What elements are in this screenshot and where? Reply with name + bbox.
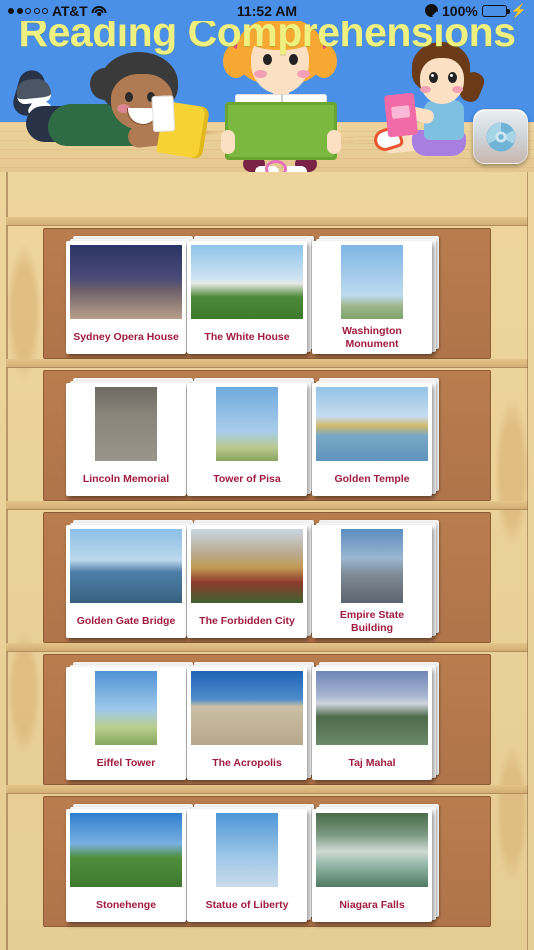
statue-of-liberty-image xyxy=(216,813,278,887)
book-card[interactable]: Tower of Pisa xyxy=(187,378,314,496)
book-card[interactable]: Eiffel Tower xyxy=(66,662,193,780)
card-title-label: Tower of Pisa xyxy=(213,473,281,486)
shelf-row-1: Sydney Opera House The White House Washing… xyxy=(43,228,491,359)
card-thumbnail xyxy=(316,813,428,887)
shelf-row-2: Lincoln Memorial Tower of Pisa Golden Temp… xyxy=(43,370,491,501)
card-title-label: Niagara Falls xyxy=(339,899,405,912)
card-title-label: The White House xyxy=(204,331,290,344)
shelf-ledge xyxy=(6,217,528,226)
illustration-boy-reading xyxy=(8,48,218,160)
book-card[interactable]: The Acropolis xyxy=(187,662,314,780)
battery-percent-label: 100% xyxy=(442,2,478,19)
lightning-bolt-icon: ⚡ xyxy=(510,3,527,18)
card-title-label: Golden Temple xyxy=(334,473,410,486)
card-inner: Niagara Falls xyxy=(312,809,432,922)
the-white-house-image xyxy=(191,245,303,319)
card-title-label: Stonehenge xyxy=(95,899,157,912)
book-card[interactable]: Niagara Falls xyxy=(312,804,439,922)
status-bar: AT&T 11:52 AM 100% ⚡ xyxy=(0,0,534,21)
card-inner: Golden Temple xyxy=(312,383,432,496)
shelf-ledge xyxy=(6,501,528,510)
shelf-ledge xyxy=(6,359,528,368)
card-title-label: The Forbidden City xyxy=(199,615,295,628)
card-thumbnail xyxy=(70,529,182,603)
card-inner: Sydney Opera House xyxy=(66,241,186,354)
card-thumbnail xyxy=(191,671,303,745)
golden-gate-bridge-image xyxy=(70,529,182,603)
card-inner: Washington Monument xyxy=(312,241,432,354)
book-card[interactable]: The White House xyxy=(187,236,314,354)
app-header: Reading Comprehensions xyxy=(0,0,534,172)
shelf-row-4: Eiffel Tower The Acropolis Taj Mahal xyxy=(43,654,491,785)
tower-of-pisa-image xyxy=(216,387,278,461)
card-title-label: Sydney Opera House xyxy=(73,331,179,344)
card-thumbnail xyxy=(191,529,303,603)
shelf-ledge xyxy=(6,643,528,652)
book-card[interactable]: Empire State Building xyxy=(312,520,439,638)
card-title-label: Washington Monument xyxy=(342,325,402,350)
card-title-label: Eiffel Tower xyxy=(96,757,156,770)
card-inner: The Acropolis xyxy=(187,667,307,780)
card-inner: Statue of Liberty xyxy=(187,809,307,922)
card-title-label: Taj Mahal xyxy=(348,757,396,770)
card-inner: Eiffel Tower xyxy=(66,667,186,780)
card-inner: Taj Mahal xyxy=(312,667,432,780)
card-thumbnail xyxy=(191,245,303,319)
book-card[interactable]: Lincoln Memorial xyxy=(66,378,193,496)
card-title-label: The Acropolis xyxy=(212,757,282,770)
book-card[interactable]: Statue of Liberty xyxy=(187,804,314,922)
the-acropolis-image xyxy=(191,671,303,745)
refresh-button[interactable] xyxy=(473,109,528,164)
card-thumbnail xyxy=(70,671,182,745)
book-card[interactable]: The Forbidden City xyxy=(187,520,314,638)
card-thumbnail xyxy=(70,245,182,319)
status-bar-right: 100% ⚡ xyxy=(425,3,534,19)
book-card[interactable]: Taj Mahal xyxy=(312,662,439,780)
sydney-opera-house-image xyxy=(70,245,182,319)
lincoln-memorial-image xyxy=(95,387,157,461)
the-forbidden-city-image xyxy=(191,529,303,603)
stonehenge-image xyxy=(70,813,182,887)
battery-icon xyxy=(481,4,510,17)
book-card[interactable]: Stonehenge xyxy=(66,804,193,922)
card-thumbnail xyxy=(316,671,428,745)
card-inner: The White House xyxy=(187,241,307,354)
niagara-falls-image xyxy=(316,813,428,887)
card-thumbnail xyxy=(191,387,303,461)
taj-mahal-image xyxy=(316,671,428,745)
card-thumbnail xyxy=(316,529,428,603)
alarm-clock-icon xyxy=(425,4,438,17)
shelf-row-5: Stonehenge Statue of Liberty Niagara Falls xyxy=(43,796,491,927)
card-title-label: Lincoln Memorial xyxy=(82,473,170,486)
book-card[interactable]: Golden Temple xyxy=(312,378,439,496)
book-card[interactable]: Golden Gate Bridge xyxy=(66,520,193,638)
empire-state-building-image xyxy=(341,529,403,603)
card-thumbnail xyxy=(70,813,182,887)
card-title-label: Empire State Building xyxy=(339,609,405,634)
card-inner: Lincoln Memorial xyxy=(66,383,186,496)
golden-temple-image xyxy=(316,387,428,461)
shelf-row-3: Golden Gate Bridge The Forbidden City Empi… xyxy=(43,512,491,643)
card-inner: Empire State Building xyxy=(312,525,432,638)
shelf-ledge xyxy=(6,785,528,794)
card-thumbnail xyxy=(70,387,182,461)
book-shelf-list[interactable]: Sydney Opera House The White House Washing… xyxy=(0,172,534,950)
card-inner: Stonehenge xyxy=(66,809,186,922)
book-card[interactable]: Washington Monument xyxy=(312,236,439,354)
book-card[interactable]: Sydney Opera House xyxy=(66,236,193,354)
refresh-icon xyxy=(486,122,515,151)
card-inner: The Forbidden City xyxy=(187,525,307,638)
card-inner: Tower of Pisa xyxy=(187,383,307,496)
washington-monument-image xyxy=(341,245,403,319)
card-title-label: Golden Gate Bridge xyxy=(76,615,176,628)
card-thumbnail xyxy=(316,245,428,319)
card-title-label: Statue of Liberty xyxy=(205,899,289,912)
card-inner: Golden Gate Bridge xyxy=(66,525,186,638)
card-thumbnail xyxy=(191,813,303,887)
eiffel-tower-image xyxy=(95,671,157,745)
card-thumbnail xyxy=(316,387,428,461)
